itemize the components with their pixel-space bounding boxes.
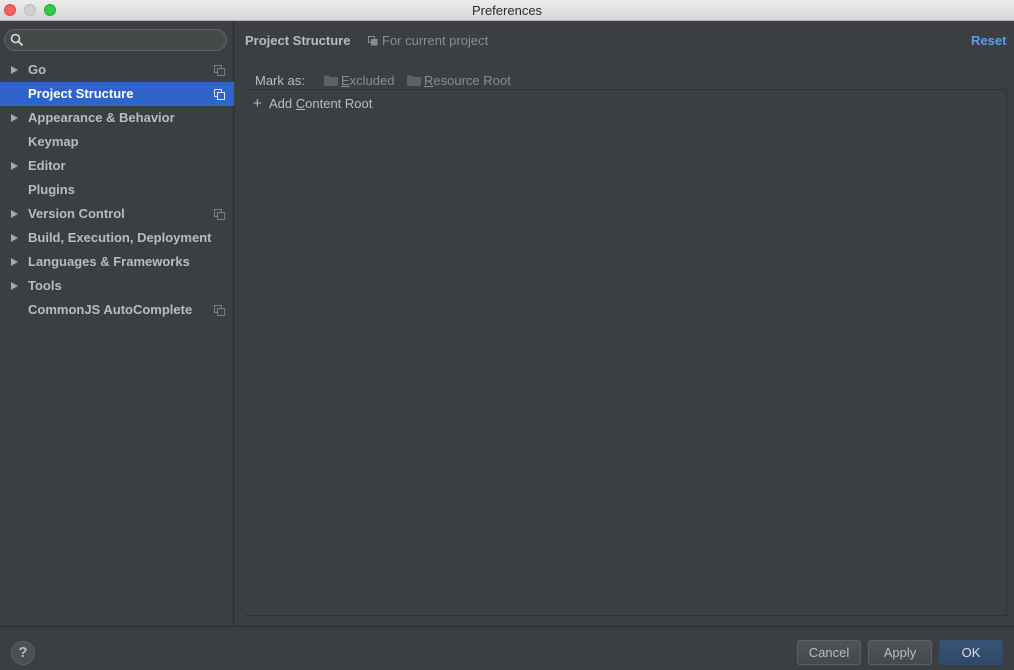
settings-content-panel: Project Structure For current project Re… [235,21,1014,626]
sidebar-item-label: Languages & Frameworks [28,254,190,269]
sidebar-item-build-execution-deployment[interactable]: Build, Execution, Deployment [0,226,234,250]
sidebar-item-label: Build, Execution, Deployment [28,230,212,245]
dialog-button-bar: ? Cancel Apply OK [0,626,1014,670]
window-title: Preferences [471,3,543,18]
sidebar-item-commonjs-autocomplete[interactable]: CommonJS AutoComplete [0,298,234,322]
page-title: Project Structure [245,33,351,48]
sidebar-item-label: Version Control [28,206,125,221]
sidebar-item-label: Appearance & Behavior [28,110,175,125]
expand-arrow-icon[interactable] [11,162,18,170]
scope-label: For current project [382,33,489,48]
sidebar-item-editor[interactable]: Editor [0,154,234,178]
project-scope-icon [368,36,378,46]
plus-icon: + [253,95,262,112]
sidebar-item-label: Keymap [28,134,79,149]
title-bar: Preferences [0,0,1014,21]
search-icon [10,33,24,47]
project-scope-icon [214,209,225,220]
expand-arrow-icon[interactable] [11,258,18,266]
button-label-rest: esource Root [433,73,511,88]
folder-icon [407,75,421,86]
folder-icon [324,75,338,86]
search-box[interactable] [4,29,227,51]
sidebar-item-label: Tools [28,278,62,293]
mnemonic-letter: R [424,73,434,88]
sidebar-item-languages-frameworks[interactable]: Languages & Frameworks [0,250,234,274]
reset-link[interactable]: Reset [971,33,1006,48]
settings-tree: Go Project Structure Appearance & Behavi… [0,58,234,322]
sidebar-item-version-control[interactable]: Version Control [0,202,234,226]
sidebar-item-label: Project Structure [28,86,134,101]
mnemonic-letter: C [295,96,306,111]
sidebar-item-tools[interactable]: Tools [0,274,234,298]
expand-arrow-icon[interactable] [11,66,18,74]
sidebar-item-label: Plugins [28,182,75,197]
project-scope-icon [214,305,225,316]
content-roots-area: + Add Content Root [245,89,1007,616]
ok-button[interactable]: OK [939,640,1003,665]
button-label-prefix: Add [269,96,296,111]
expand-arrow-icon[interactable] [11,282,18,290]
cancel-button[interactable]: Cancel [797,640,861,665]
expand-arrow-icon[interactable] [11,210,18,218]
expand-arrow-icon[interactable] [11,114,18,122]
sidebar-item-label: Editor [28,158,66,173]
project-scope-icon [214,65,225,76]
mnemonic-letter: E [341,73,350,88]
sidebar-item-appearance-behavior[interactable]: Appearance & Behavior [0,106,234,130]
sidebar-item-label: CommonJS AutoComplete [28,302,193,317]
expand-arrow-icon[interactable] [11,234,18,242]
sidebar-item-go[interactable]: Go [0,58,234,82]
button-label-rest: ontent Root [305,96,373,111]
settings-sidebar: Go Project Structure Appearance & Behavi… [0,21,234,626]
sidebar-item-keymap[interactable]: Keymap [0,130,234,154]
apply-button[interactable]: Apply [868,640,932,665]
project-scope-icon [214,89,225,100]
button-label-rest: xcluded [349,73,395,88]
help-button[interactable]: ? [11,641,35,665]
sidebar-item-label: Go [28,62,47,77]
mark-resource-root-button[interactable]: Resource Root [424,73,511,88]
sidebar-item-project-structure[interactable]: Project Structure [0,82,234,106]
mark-as-label: Mark as: [255,73,305,88]
search-input[interactable] [27,32,217,48]
sidebar-item-plugins[interactable]: Plugins [0,178,234,202]
mark-as-toolbar: Mark as: Excluded Resource Root [245,73,1007,89]
mark-excluded-button[interactable]: Excluded [341,73,394,88]
